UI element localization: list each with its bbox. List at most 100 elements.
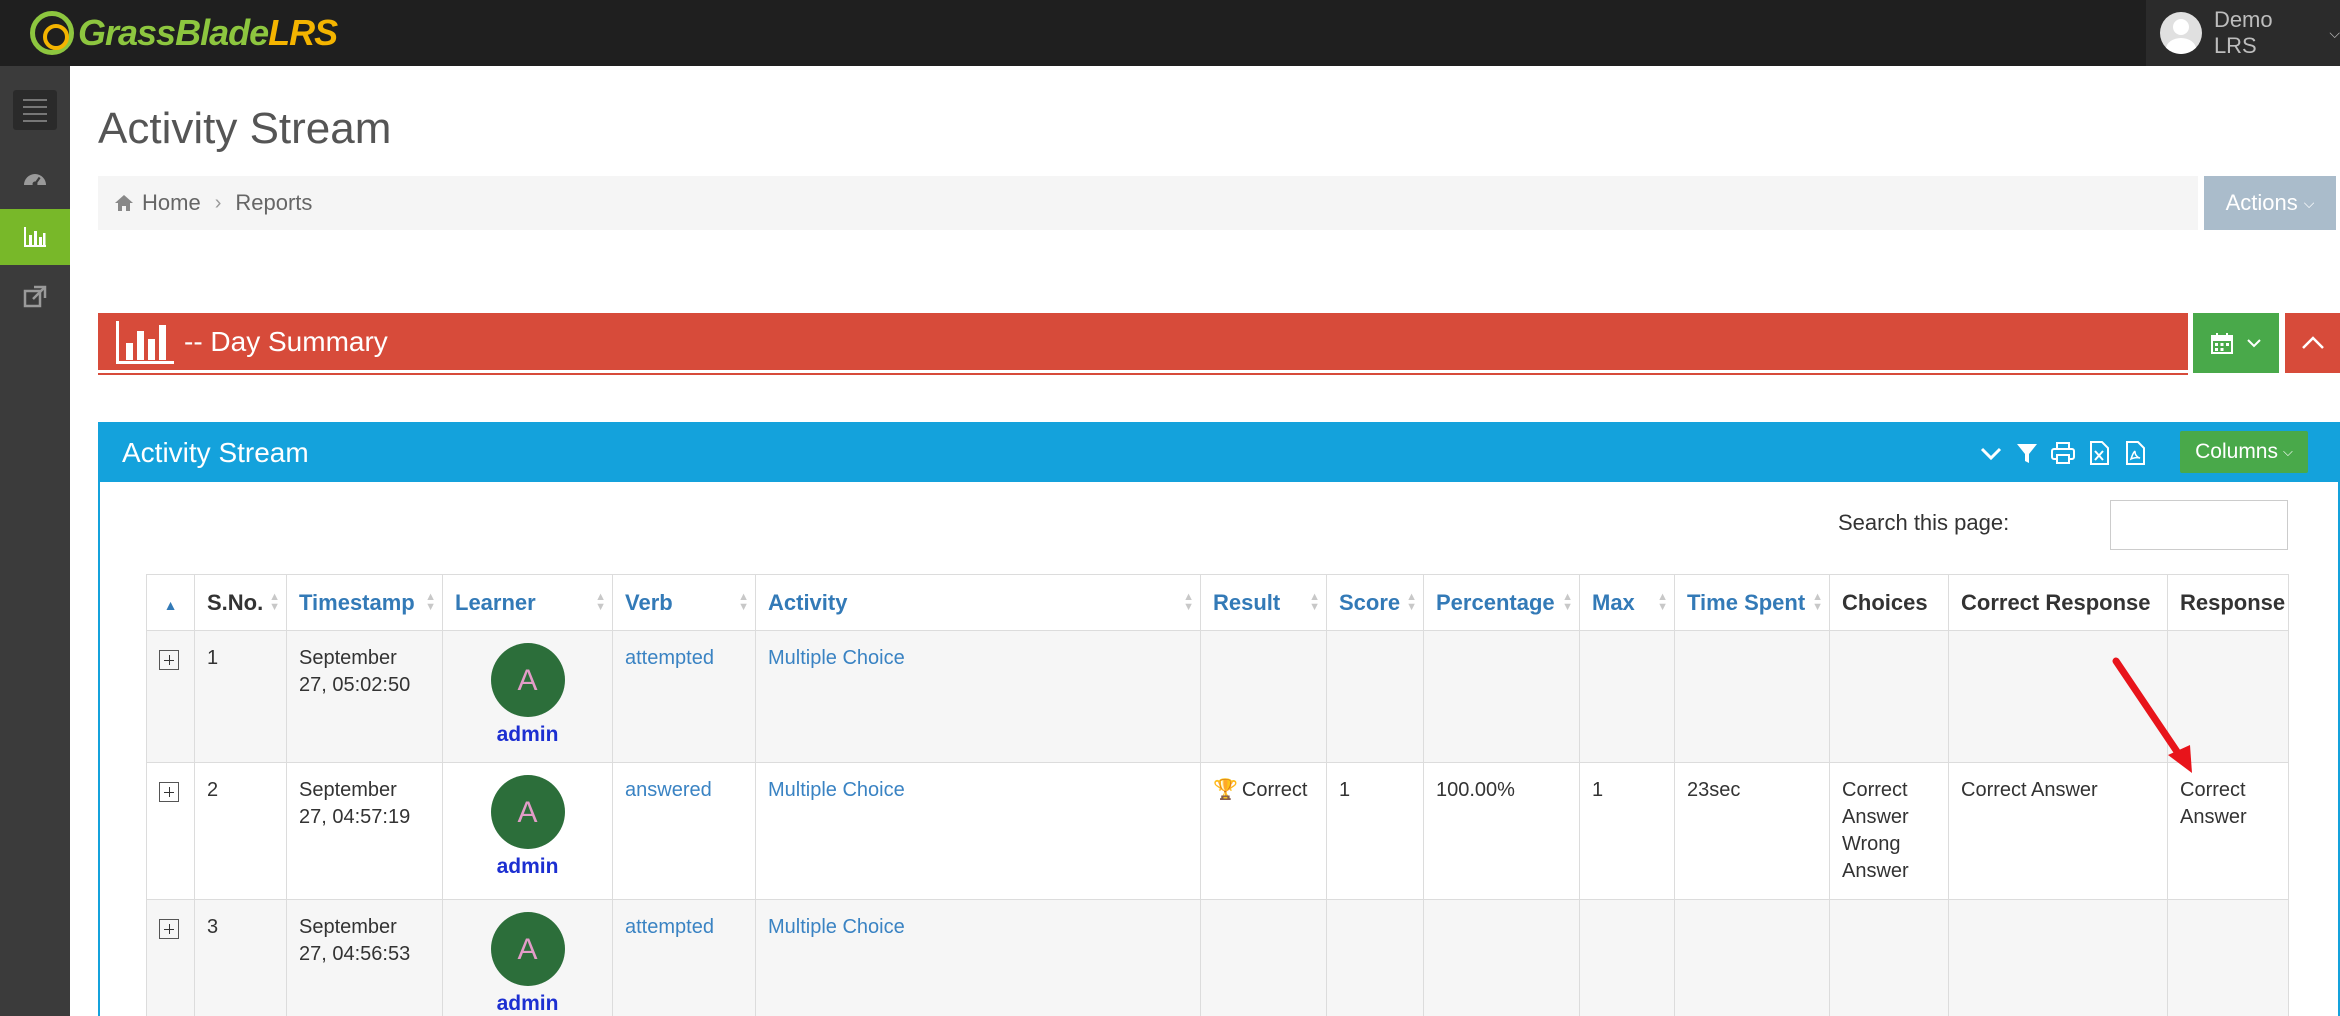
pdf-icon[interactable] (2122, 440, 2148, 466)
panel-header: Activity Stream Columns ⌵ (100, 424, 2338, 482)
breadcrumb-home[interactable]: Home (142, 190, 201, 216)
verb-link[interactable]: attempted (625, 916, 714, 938)
learner-avatar[interactable]: A (490, 643, 565, 717)
search-input[interactable] (2110, 500, 2288, 550)
column-header-verb[interactable]: Verb ▲ ▼ (612, 574, 756, 631)
home-icon (115, 195, 133, 211)
chevron-down-icon: ⌵ (2303, 194, 2315, 211)
top-navbar: GrassBladeLRS Demo LRS ⌵ (0, 0, 2340, 66)
cell-sno: 2 (194, 762, 287, 900)
cell-choices (1829, 899, 1949, 1016)
cell-score (1326, 899, 1424, 1016)
column-header-time-spent[interactable]: Time Spent ▲ ▼ (1674, 574, 1830, 631)
cell-percentage (1423, 899, 1580, 1016)
expand-icon[interactable] (159, 919, 179, 939)
table-header-row: ▲ S.No. ▲ ▼ Timestamp ▲ ▼ Learner ▲ ▼ Verb ▲ ▼ A… (146, 574, 2289, 631)
sort-icon: ▲ ▼ (595, 591, 606, 613)
cell-timestamp: September 27, 04:57:19 (286, 762, 443, 900)
verb-link[interactable]: answered (625, 779, 712, 801)
learner-name[interactable]: admin (455, 721, 600, 748)
learner-name[interactable]: admin (455, 853, 600, 880)
cell-choices (1829, 630, 1949, 763)
breadcrumb-separator: › (214, 191, 222, 214)
sort-icon: ▲ ▼ (425, 591, 436, 613)
cell-sno: 1 (194, 630, 287, 763)
cell-sno: 3 (194, 899, 287, 1016)
sidebar (0, 66, 70, 1016)
actions-button[interactable]: Actions ⌵ (2204, 176, 2336, 230)
cell-percentage: 100.00% (1423, 762, 1580, 900)
column-header-timestamp[interactable]: Timestamp ▲ ▼ (286, 574, 443, 631)
collapse-button[interactable] (2285, 313, 2340, 373)
column-header-learner[interactable]: Learner ▲ ▼ (442, 574, 613, 631)
sort-icon: ▲ ▼ (738, 591, 749, 613)
breadcrumb-current: Reports (235, 190, 313, 215)
expand-icon[interactable] (159, 782, 179, 802)
user-avatar (2160, 12, 2202, 54)
column-header-label: Score (1339, 589, 1401, 615)
search-label: Search this page: (1838, 510, 2010, 535)
cell-max (1579, 899, 1675, 1016)
user-menu[interactable]: Demo LRS ⌵ (2146, 0, 2340, 66)
sort-icon: ▲ ▼ (1562, 591, 1573, 613)
column-header-sno[interactable]: S.No. ▲ ▼ (194, 574, 287, 631)
table-row: 2 September 27, 04:57:19 A admin answere… (146, 762, 2289, 900)
activity-table: ▲ S.No. ▲ ▼ Timestamp ▲ ▼ Learner ▲ ▼ Verb ▲ ▼ A… (146, 574, 2289, 1016)
cell-correct-response (1948, 899, 2168, 1016)
logo-mark-icon (30, 11, 74, 55)
dashboard-icon (24, 174, 46, 187)
menu-icon[interactable] (13, 90, 57, 130)
activity-link[interactable]: Multiple Choice (768, 916, 905, 938)
expand-icon[interactable] (159, 650, 179, 670)
sidebar-item-dashboard[interactable] (0, 150, 70, 206)
columns-button[interactable]: Columns ⌵ (2180, 431, 2308, 473)
sidebar-item-external[interactable] (0, 269, 70, 325)
grassblade-logo[interactable]: GrassBladeLRS (30, 4, 338, 62)
print-icon[interactable] (2050, 440, 2076, 466)
column-header-label: Result (1213, 589, 1281, 615)
column-header-label: S.No. (207, 589, 264, 615)
learner-name[interactable]: admin (455, 990, 600, 1016)
chevron-down-icon[interactable] (1978, 440, 2004, 466)
result-text: Correct (1241, 779, 1308, 801)
sidebar-item-reports[interactable] (0, 209, 70, 265)
column-header-label: Learner (455, 589, 536, 615)
bar-chart-icon (116, 320, 174, 364)
day-summary-header[interactable]: -- Day Summary (98, 313, 2188, 373)
page-title: Activity Stream (98, 104, 392, 153)
activity-link[interactable]: Multiple Choice (768, 779, 905, 801)
column-header-max[interactable]: Max ▲ ▼ (1579, 574, 1675, 631)
sort-icon: ▲ ▼ (1183, 591, 1194, 613)
calendar-icon (2211, 333, 2233, 354)
excel-icon[interactable] (2086, 440, 2112, 466)
annotation-arrow (2112, 657, 2192, 773)
columns-label: Columns (2195, 440, 2278, 463)
activity-link[interactable]: Multiple Choice (768, 647, 905, 669)
column-header-activity[interactable]: Activity ▲ ▼ (755, 574, 1201, 631)
cell-result (1200, 630, 1327, 763)
cell-timestamp: September 27, 04:56:53 (286, 899, 443, 1016)
filter-icon[interactable] (2014, 440, 2040, 466)
learner-avatar[interactable]: A (490, 912, 565, 986)
cell-score (1326, 630, 1424, 763)
column-header-response: Response (2167, 574, 2289, 631)
column-header-label: Response (2180, 589, 2286, 615)
column-header-result[interactable]: Result ▲ ▼ (1200, 574, 1327, 631)
cell-time-spent (1674, 630, 1830, 763)
day-summary-title: -- Day Summary (184, 325, 388, 357)
date-picker-button[interactable] (2193, 313, 2279, 373)
column-header-score[interactable]: Score ▲ ▼ (1326, 574, 1424, 631)
cell-result (1200, 899, 1327, 1016)
sort-icon: ▲ ▼ (1812, 591, 1823, 613)
column-header-percentage[interactable]: Percentage ▲ ▼ (1423, 574, 1580, 631)
cell-response (2167, 899, 2289, 1016)
column-header-expand[interactable]: ▲ (146, 574, 195, 631)
logo-text-part2: LRS (268, 12, 338, 53)
user-name: Demo LRS (2213, 7, 2273, 58)
column-header-label: Choices (1842, 589, 1928, 615)
learner-avatar[interactable]: A (490, 775, 565, 849)
verb-link[interactable]: attempted (625, 647, 714, 669)
trophy-icon: 🏆 (1213, 779, 1238, 801)
column-header-correct-response: Correct Response (1948, 574, 2168, 631)
column-header-label: Max (1592, 589, 1635, 615)
